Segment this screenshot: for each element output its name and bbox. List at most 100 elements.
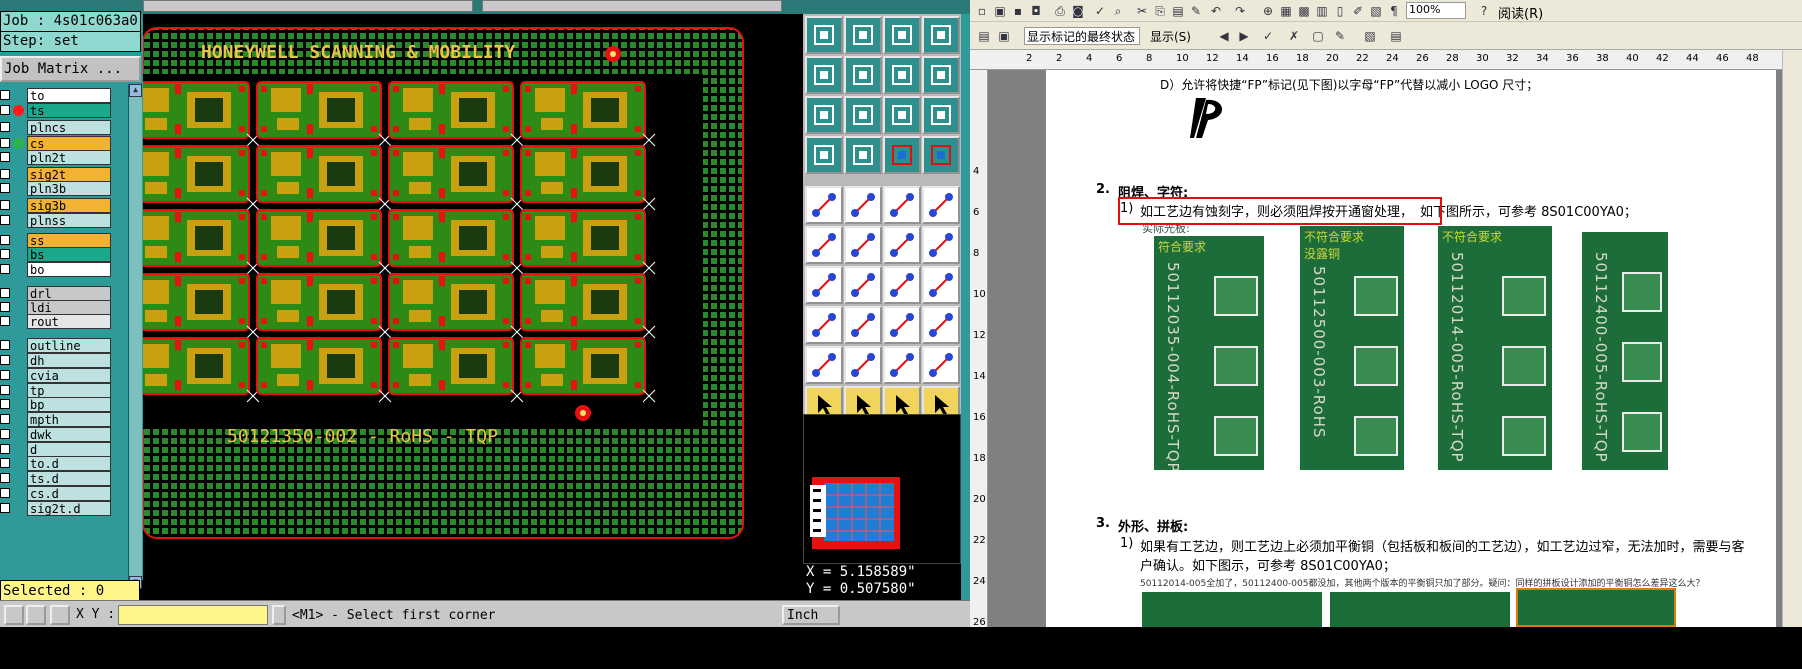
zoom-down-icon[interactable] xyxy=(844,16,882,54)
help-icon[interactable]: ? xyxy=(1476,3,1492,19)
reject-change-icon[interactable]: ✗ xyxy=(1286,28,1302,44)
horizontal-ruler[interactable]: 2 2 4 6 8 10 12 14 16 18 20 22 24 26 28 30 32 34 36 38 40 42 4… xyxy=(970,50,1802,70)
layer-label[interactable]: ss xyxy=(27,233,111,248)
resize-icon[interactable] xyxy=(883,306,921,344)
layer-checkbox[interactable] xyxy=(0,122,10,132)
layer-row[interactable]: plncs xyxy=(0,120,128,135)
hyperlink-icon[interactable]: ⊕ xyxy=(1260,3,1276,19)
layer-checkbox[interactable] xyxy=(0,288,10,298)
layer-label[interactable]: outline xyxy=(27,338,111,353)
layer-label[interactable]: pln2t xyxy=(27,150,111,165)
print-preview-icon[interactable]: ◙ xyxy=(1070,3,1086,19)
layer-checkbox[interactable] xyxy=(0,138,10,148)
layer-label[interactable]: bo xyxy=(27,262,111,277)
job-matrix-button[interactable]: Job Matrix ... xyxy=(0,56,141,82)
rotate-icon[interactable] xyxy=(883,266,921,304)
net-select-icon[interactable] xyxy=(883,136,921,174)
layer-row[interactable]: outline xyxy=(0,338,128,353)
layer-row[interactable]: ts.d xyxy=(0,471,128,486)
print-icon[interactable]: ⎙ xyxy=(1052,3,1068,19)
cut-icon[interactable]: ✂ xyxy=(1134,3,1150,19)
arch-icon[interactable] xyxy=(883,346,921,384)
copy-icon[interactable]: ⎘ xyxy=(1152,3,1168,19)
snap-icon[interactable] xyxy=(922,56,960,94)
layer-label[interactable]: plncs xyxy=(27,120,111,135)
grid-icon[interactable] xyxy=(844,136,882,174)
document-page[interactable]: D）允许将快捷“FP”标记(见下图)以字母“FP”代替以减小 LOGO 尺寸； … xyxy=(1046,70,1776,627)
layer-label[interactable]: ts xyxy=(27,103,111,118)
help-icon[interactable] xyxy=(922,96,960,134)
layer-row[interactable]: ts xyxy=(0,103,128,118)
layer-row[interactable]: drl xyxy=(0,286,128,301)
layer-checkbox[interactable] xyxy=(0,105,10,115)
array-icon[interactable] xyxy=(922,306,960,344)
layer-label[interactable]: dh xyxy=(27,353,111,368)
layer-label[interactable]: dwk xyxy=(27,427,111,442)
layer-checkbox[interactable] xyxy=(0,429,10,439)
layer-row[interactable]: rout xyxy=(0,314,128,329)
layer-scrollbar[interactable]: ▲ ▼ xyxy=(128,84,142,589)
panel-minimap[interactable] xyxy=(803,414,961,564)
doc-map-icon[interactable]: ▧ xyxy=(1368,3,1384,19)
layer-row[interactable]: dwk xyxy=(0,427,128,442)
layer-label[interactable]: rout xyxy=(27,314,111,329)
pdf-convert-icon[interactable]: ▣ xyxy=(996,28,1012,44)
cad-menu-tab[interactable] xyxy=(482,0,782,12)
xy-toggle-button[interactable] xyxy=(272,605,286,625)
layer-row[interactable]: cvia xyxy=(0,368,128,383)
layer-row[interactable]: bs xyxy=(0,247,128,262)
display-mode-select[interactable]: 显示标记的最终状态 xyxy=(1024,27,1140,45)
arch-edit-icon[interactable] xyxy=(922,346,960,384)
layer-label[interactable]: sig2t xyxy=(27,167,111,182)
layer-label[interactable]: pln3b xyxy=(27,181,111,196)
layer-checkbox[interactable] xyxy=(0,385,10,395)
reading-mode-button[interactable]: 阅读(R) xyxy=(1498,3,1543,22)
layer-checkbox[interactable] xyxy=(0,264,10,274)
pdf-icon[interactable]: ▤ xyxy=(976,28,992,44)
layer-label[interactable]: ldi xyxy=(27,300,111,315)
pad-icon[interactable] xyxy=(805,186,843,224)
scroll-up-icon[interactable]: ▲ xyxy=(129,84,142,97)
layer-checkbox[interactable] xyxy=(0,473,10,483)
layer-checkbox[interactable] xyxy=(0,414,10,424)
grid-icon[interactable] xyxy=(4,605,24,625)
prev-change-icon[interactable]: ◀ xyxy=(1216,28,1232,44)
word-vertical-scrollbar[interactable] xyxy=(1782,50,1802,627)
ruler-icon[interactable] xyxy=(883,186,921,224)
layer-label[interactable]: to xyxy=(27,88,111,103)
comment-icon[interactable]: ▢ xyxy=(1310,28,1326,44)
paint-icon[interactable] xyxy=(805,136,843,174)
layer-row[interactable]: ldi xyxy=(0,300,128,315)
pcb-canvas[interactable]: HONEYWELL SCANNING & MOBILITY 50121350-0… xyxy=(143,14,803,580)
layer-label[interactable]: ts.d xyxy=(27,471,111,486)
layer-checkbox[interactable] xyxy=(0,340,10,350)
display-menu[interactable]: 显示(S) xyxy=(1150,28,1191,45)
layer-checkbox[interactable] xyxy=(0,302,10,312)
layer-row[interactable]: tp xyxy=(0,383,128,398)
window-icon[interactable] xyxy=(922,16,960,54)
line-icon[interactable] xyxy=(805,266,843,304)
layer-checkbox[interactable] xyxy=(0,249,10,259)
layer-label[interactable]: to.d xyxy=(27,456,111,471)
layer-label[interactable]: sig2t.d xyxy=(27,501,111,516)
new-doc-icon[interactable]: ▫ xyxy=(974,3,990,19)
split-icon[interactable] xyxy=(922,266,960,304)
move-node-icon[interactable] xyxy=(883,226,921,264)
layer-label[interactable]: cs xyxy=(27,136,111,151)
layer-row[interactable]: bp xyxy=(0,397,128,412)
layer-checkbox[interactable] xyxy=(0,458,10,468)
excel-icon[interactable]: ▥ xyxy=(1314,3,1330,19)
drawing-icon[interactable]: ✐ xyxy=(1350,3,1366,19)
flip-icon[interactable] xyxy=(805,306,843,344)
zoom-home-icon[interactable] xyxy=(805,16,843,54)
highlight-icon[interactable]: ✎ xyxy=(1332,28,1348,44)
minus-icon[interactable] xyxy=(844,306,882,344)
layer-label[interactable]: d xyxy=(27,442,111,457)
pan-center-icon[interactable] xyxy=(883,56,921,94)
snap-icon[interactable] xyxy=(26,605,46,625)
layer-checkbox[interactable] xyxy=(0,399,10,409)
layer-row[interactable]: pln3b xyxy=(0,181,128,196)
layer-checkbox[interactable] xyxy=(0,235,10,245)
vertical-ruler[interactable]: 4 6 8 10 12 14 16 18 20 22 24 26 28 xyxy=(970,70,988,669)
layer-checkbox[interactable] xyxy=(0,503,10,513)
